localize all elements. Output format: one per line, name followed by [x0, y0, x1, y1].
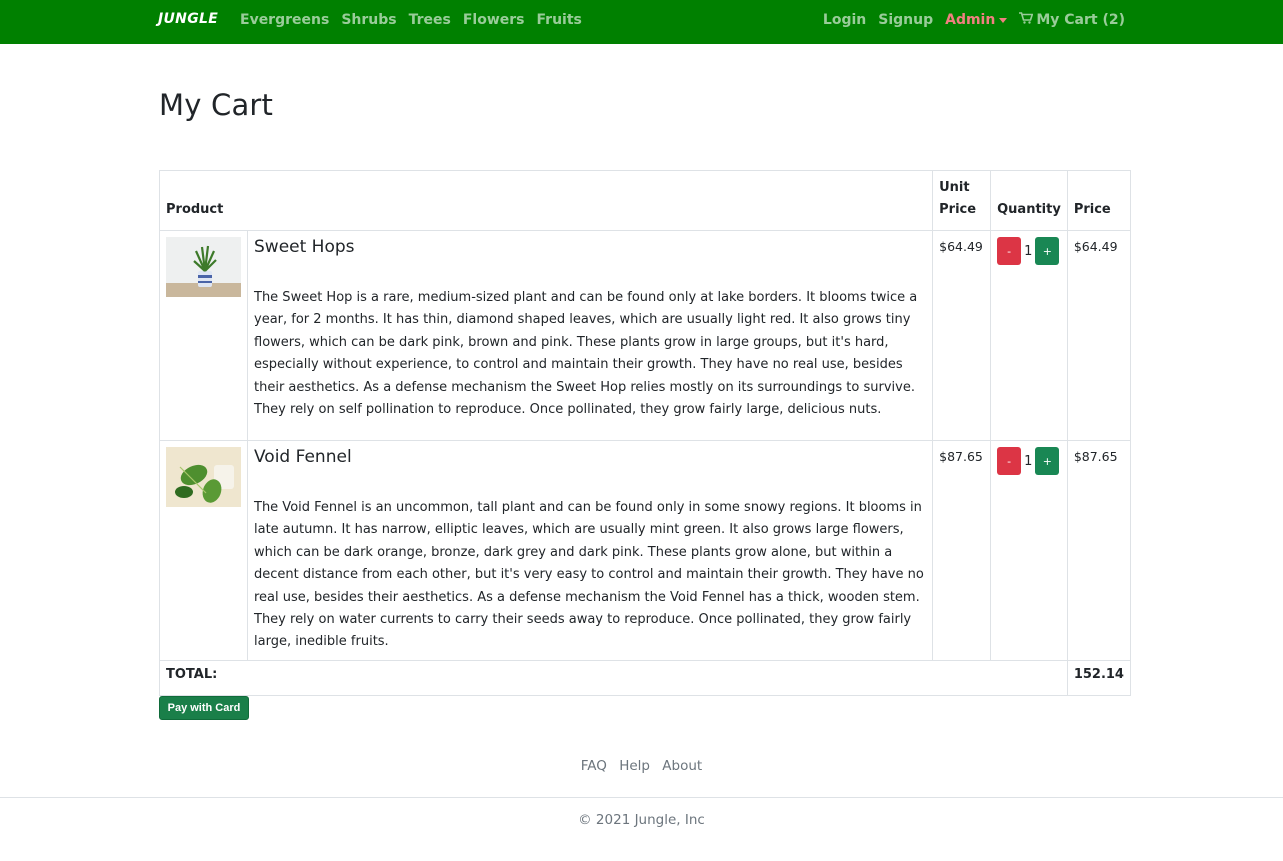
nav-flowers[interactable]: Flowers: [463, 12, 525, 28]
header-unit-price: Unit Price: [932, 170, 992, 231]
footer-divider: [0, 797, 1283, 798]
product-name: Void Fennel: [254, 447, 352, 467]
total-label: TOTAL:: [159, 659, 1068, 696]
quantity-cell: - 1 +: [990, 230, 1068, 441]
quantity-stepper: - 1 +: [997, 237, 1061, 265]
unit-price: $87.65: [932, 440, 992, 661]
admin-label: Admin: [945, 12, 996, 28]
product-description: The Sweet Hop is a rare, medium-sized pl…: [254, 290, 918, 418]
login-link[interactable]: Login: [823, 12, 866, 28]
brand-logo[interactable]: JUNGLE: [158, 11, 218, 27]
header-quantity: Quantity: [990, 170, 1068, 231]
line-price: $87.65: [1066, 440, 1132, 661]
product-thumbnail-cell: [159, 440, 248, 661]
decrease-quantity-button[interactable]: -: [997, 447, 1022, 475]
my-cart-link[interactable]: My Cart (2): [1019, 12, 1125, 28]
footer-link-about[interactable]: About: [662, 758, 702, 774]
signup-link[interactable]: Signup: [878, 12, 933, 28]
quantity-value: 1: [1024, 453, 1033, 469]
product-name: Sweet Hops: [254, 237, 355, 257]
copyright-text: © 2021 Jungle, Inc: [578, 812, 705, 828]
pay-with-card-button[interactable]: Pay with Card: [159, 696, 249, 720]
account-nav: Login Signup Admin My Cart (2): [823, 12, 1125, 28]
table-row: Sweet Hops The Sweet Hop is a rare, medi…: [159, 230, 1132, 441]
cart-label: My Cart (2): [1036, 12, 1125, 28]
decrease-quantity-button[interactable]: -: [997, 237, 1022, 265]
chevron-down-icon: [999, 17, 1008, 23]
table-header-row: Product Unit Price Quantity Price: [158, 170, 1132, 231]
quantity-value: 1: [1024, 243, 1033, 259]
product-thumbnail-cell: [159, 230, 248, 441]
top-navbar: JUNGLE Evergreens Shrubs Trees Flowers F…: [0, 0, 1283, 44]
footer-link-faq[interactable]: FAQ: [581, 758, 607, 774]
product-description: The Void Fennel is an uncommon, tall pla…: [254, 500, 924, 650]
total-row: TOTAL: 152.14: [159, 659, 1132, 696]
product-info-cell: Void Fennel The Void Fennel is an uncomm…: [246, 440, 934, 661]
header-product: Product: [158, 170, 934, 231]
cart-table: Product Unit Price Quantity Price Sweet …: [158, 170, 1132, 696]
line-price: $64.49: [1066, 230, 1132, 441]
product-image[interactable]: [166, 447, 241, 507]
total-value: 152.14: [1066, 659, 1132, 696]
nav-fruits[interactable]: Fruits: [537, 12, 582, 28]
header-price: Price: [1066, 170, 1132, 231]
footer-links: FAQ Help About: [0, 758, 1283, 774]
increase-quantity-button[interactable]: +: [1035, 237, 1060, 265]
table-row: Void Fennel The Void Fennel is an uncomm…: [159, 440, 1132, 661]
cart-icon: [1019, 12, 1034, 28]
product-image[interactable]: [166, 237, 241, 297]
nav-trees[interactable]: Trees: [409, 12, 451, 28]
page-title: My Cart: [159, 88, 274, 122]
unit-price: $64.49: [932, 230, 992, 441]
footer-link-help[interactable]: Help: [619, 758, 650, 774]
admin-dropdown[interactable]: Admin: [945, 12, 1008, 28]
increase-quantity-button[interactable]: +: [1035, 447, 1060, 475]
quantity-cell: - 1 +: [990, 440, 1068, 661]
quantity-stepper: - 1 +: [997, 447, 1061, 475]
nav-evergreens[interactable]: Evergreens: [240, 12, 329, 28]
product-info-cell: Sweet Hops The Sweet Hop is a rare, medi…: [246, 230, 934, 441]
nav-shrubs[interactable]: Shrubs: [341, 12, 396, 28]
category-nav: Evergreens Shrubs Trees Flowers Fruits: [240, 12, 582, 28]
